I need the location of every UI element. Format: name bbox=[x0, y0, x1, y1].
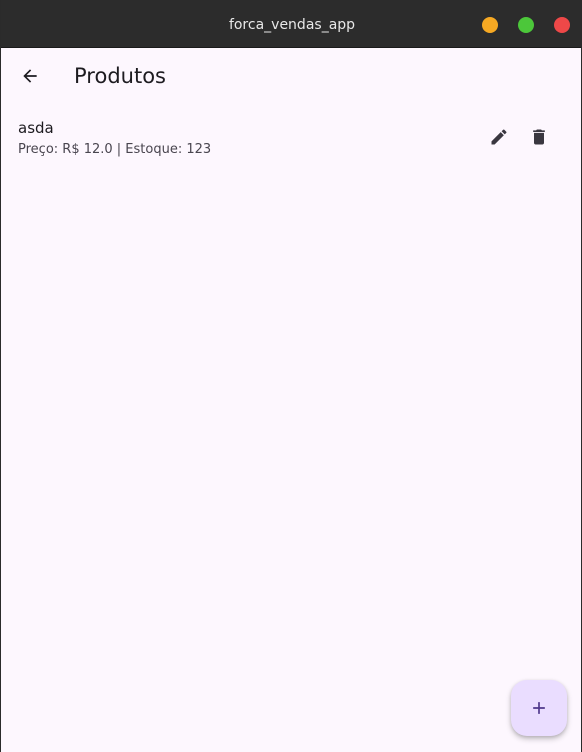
window-titlebar[interactable]: forca_vendas_app bbox=[1, 0, 581, 48]
delete-product-button[interactable] bbox=[519, 117, 559, 157]
arrow-back-icon bbox=[23, 69, 37, 83]
product-list-item[interactable]: asda Preço: R$ 12.0 | Estoque: 123 bbox=[1, 106, 581, 170]
page-title: Produtos bbox=[74, 64, 166, 88]
app-window: forca_vendas_app Produtos asda Preço: R$… bbox=[0, 0, 582, 752]
add-product-button[interactable] bbox=[511, 680, 567, 736]
product-list: asda Preço: R$ 12.0 | Estoque: 123 bbox=[1, 106, 581, 170]
pencil-icon bbox=[491, 129, 507, 145]
minimize-button[interactable] bbox=[482, 17, 498, 33]
product-details: Preço: R$ 12.0 | Estoque: 123 bbox=[18, 142, 212, 157]
plus-icon bbox=[533, 702, 545, 714]
app-bar: Produtos bbox=[1, 48, 581, 106]
maximize-button[interactable] bbox=[518, 17, 534, 33]
back-button[interactable] bbox=[10, 56, 50, 96]
trash-icon bbox=[533, 129, 545, 145]
product-name: asda bbox=[18, 119, 54, 137]
close-window-button[interactable] bbox=[554, 17, 570, 33]
edit-product-button[interactable] bbox=[479, 117, 519, 157]
